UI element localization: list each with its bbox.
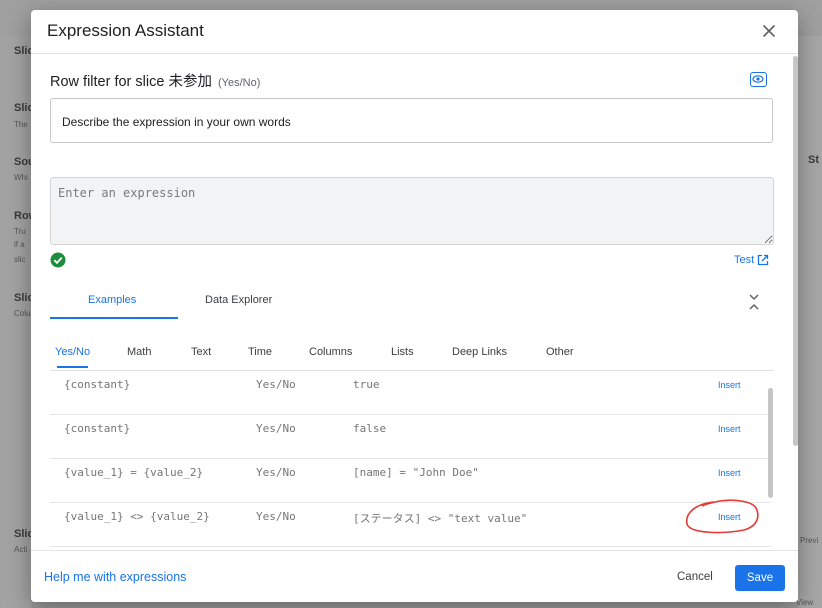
dialog-scrollbar[interactable] — [793, 56, 798, 446]
expression-input[interactable] — [50, 177, 774, 245]
row-filter-type-hint: (Yes/No) — [217, 77, 261, 89]
insert-button[interactable]: Insert — [718, 468, 741, 478]
example-syntax: {constant} — [64, 422, 131, 435]
example-type: Yes/No — [256, 378, 296, 391]
bg-label: St — [808, 154, 819, 166]
subtab-deep-links[interactable]: Deep Links — [452, 346, 507, 358]
example-syntax: {constant} — [64, 378, 131, 391]
cancel-button[interactable]: Cancel — [665, 565, 725, 589]
check-circle-icon — [50, 252, 66, 268]
bg-label: Previ — [800, 536, 819, 545]
bg-label: Whi — [14, 173, 28, 182]
close-icon — [762, 24, 776, 38]
subtab-other[interactable]: Other — [546, 346, 574, 358]
annotation-circle — [685, 499, 759, 534]
describe-expression-text: Describe the expression in your own word… — [62, 115, 291, 129]
example-type: Yes/No — [256, 510, 296, 523]
example-value: true — [353, 378, 380, 391]
main-tabs: Examples Data Explorer — [50, 290, 774, 320]
save-button[interactable]: Save — [735, 565, 785, 591]
example-value: [name] = "John Doe" — [353, 466, 479, 479]
examples-table: {constant} Yes/No true Insert {constant}… — [50, 371, 771, 550]
table-row: {value_1} = {value_2} Yes/No [name] = "J… — [50, 459, 771, 503]
example-type: Yes/No — [256, 466, 296, 479]
table-scrollbar[interactable] — [768, 388, 773, 498]
dialog-title: Expression Assistant — [47, 21, 204, 40]
subtab-time[interactable]: Time — [248, 346, 272, 358]
table-row: {constant} Yes/No false Insert — [50, 415, 771, 459]
example-value: [ステータス] <> "text value" — [353, 512, 528, 525]
subtab-lists[interactable]: Lists — [391, 346, 414, 358]
example-type: Yes/No — [256, 422, 296, 435]
background-right-panel — [798, 36, 822, 608]
bg-label: Tru — [14, 227, 26, 236]
table-row: {constant} Yes/No true Insert — [50, 371, 771, 415]
example-category-tabs: Yes/No Math Text Time Columns Lists Deep… — [50, 342, 774, 371]
table-row: {value_1} <> {value_2} Yes/No [ステータス] <>… — [50, 503, 771, 547]
dialog-header: Expression Assistant — [31, 10, 798, 54]
example-value: false — [353, 422, 387, 435]
dialog-footer: Help me with expressions Cancel Save — [31, 550, 798, 602]
preview-button[interactable] — [750, 72, 767, 87]
bg-label: Colu — [14, 309, 31, 318]
bg-label: The — [14, 120, 28, 129]
bg-label: Acti — [14, 545, 28, 554]
help-expressions-link[interactable]: Help me with expressions — [44, 570, 186, 584]
row-filter-label: Row filter for slice 未参加 — [50, 74, 212, 90]
open-in-new-icon — [758, 254, 769, 266]
collapse-icon[interactable] — [746, 293, 762, 311]
expression-assistant-dialog: Expression Assistant Row filter for slic… — [31, 10, 798, 602]
active-subtab-indicator — [57, 366, 88, 368]
row-filter-heading: Row filter for slice 未参加 (Yes/No) — [50, 70, 260, 91]
describe-expression-field[interactable]: Describe the expression in your own word… — [50, 98, 773, 143]
example-syntax: {value_1} = {value_2} — [64, 466, 204, 479]
tab-data-explorer[interactable]: Data Explorer — [205, 294, 272, 306]
insert-button[interactable]: Insert — [718, 424, 741, 434]
subtab-math[interactable]: Math — [127, 346, 151, 358]
bg-label: slic — [14, 255, 26, 264]
bg-label: if a — [14, 240, 25, 249]
example-syntax: {value_1} <> {value_2} — [64, 510, 210, 523]
test-link[interactable]: Test — [734, 254, 769, 266]
insert-button[interactable]: Insert — [718, 380, 741, 390]
active-tab-indicator — [50, 317, 178, 319]
subtab-columns[interactable]: Columns — [309, 346, 352, 358]
bg-label: View — [796, 598, 814, 607]
eye-icon — [752, 75, 764, 83]
test-label: Test — [734, 254, 755, 266]
tab-examples[interactable]: Examples — [88, 294, 136, 306]
subtab-yes-no[interactable]: Yes/No — [55, 346, 90, 358]
subtab-text[interactable]: Text — [191, 346, 211, 358]
close-button[interactable] — [758, 20, 780, 42]
